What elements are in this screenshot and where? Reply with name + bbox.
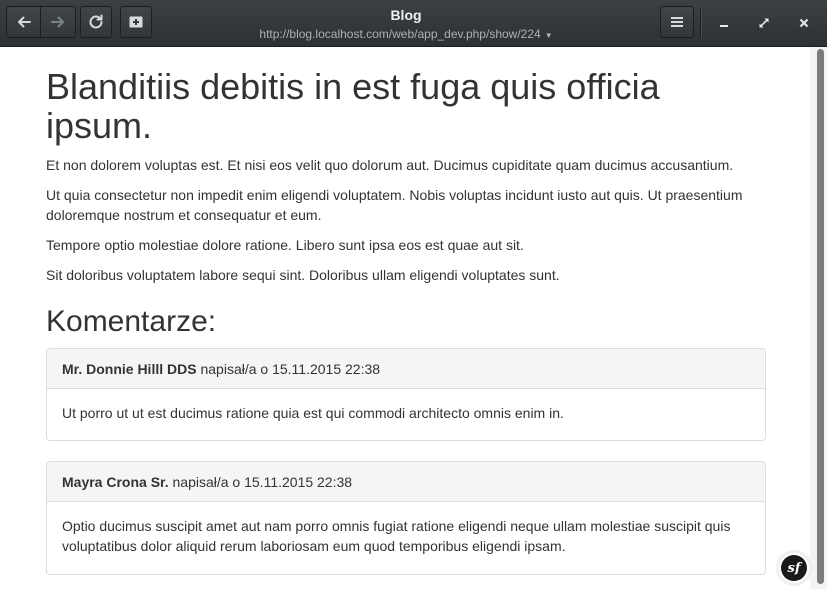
url-text: http://blog.localhost.com/web/app_dev.ph… (259, 27, 541, 41)
comment-body: Optio ducimus suscipit amet aut nam porr… (62, 518, 731, 554)
maximize-icon (759, 18, 769, 28)
post-paragraph: Sit doloribus voluptatem labore sequi si… (46, 267, 560, 283)
post-paragraph: Et non dolorem voluptas est. Et nisi eos… (46, 157, 734, 173)
browser-header-bar: Blog http://blog.localhost.com/web/app_d… (0, 0, 827, 47)
post-paragraph: Tempore optio molestiae dolore ratione. … (46, 237, 524, 253)
forward-arrow-icon (51, 16, 64, 28)
comment-author: Mayra Crona Sr. (62, 474, 169, 490)
menu-button[interactable] (660, 6, 694, 38)
symfony-toolbar-button[interactable]: sf (779, 553, 809, 583)
url-display[interactable]: http://blog.localhost.com/web/app_dev.ph… (200, 25, 612, 45)
reload-icon (89, 14, 103, 29)
bookmark-add-icon (129, 16, 143, 28)
title-block: Blog http://blog.localhost.com/web/app_d… (200, 6, 612, 45)
comment-meta: napisał/a o 15.11.2015 22:38 (200, 361, 381, 377)
new-bookmark-button[interactable] (120, 6, 152, 38)
titlebar-separator (700, 8, 701, 38)
comment-author: Mr. Donnie Hilll DDS (62, 361, 197, 377)
comment-meta: napisał/a o 15.11.2015 22:38 (172, 474, 353, 490)
scrollbar-thumb[interactable] (817, 49, 824, 584)
symfony-logo-icon: sf (781, 555, 807, 581)
close-icon (799, 18, 809, 28)
hamburger-menu-icon (671, 17, 683, 27)
maximize-button[interactable] (750, 9, 778, 37)
forward-button[interactable] (41, 6, 76, 38)
window-title: Blog (390, 7, 422, 23)
close-button[interactable] (790, 9, 818, 37)
post-paragraph: Ut quia consectetur non impedit enim eli… (46, 187, 743, 223)
minimize-icon (720, 25, 728, 27)
back-button[interactable] (6, 6, 41, 38)
comment-panel: Mayra Crona Sr. napisał/a o 15.11.2015 2… (46, 461, 766, 575)
page-content: Blanditiis debitis in est fuga quis offi… (0, 47, 810, 589)
comments-heading: Komentarze: (46, 305, 217, 338)
comment-body: Ut porro ut ut est ducimus ratione quia … (62, 405, 564, 421)
post-title: Blanditiis debitis in est fuga quis offi… (46, 66, 660, 146)
navigation-buttons (6, 6, 76, 38)
minimize-button[interactable] (710, 9, 738, 37)
comment-panel: Mr. Donnie Hilll DDS napisał/a o 15.11.2… (46, 348, 766, 441)
reload-button[interactable] (80, 6, 112, 38)
comment-header: Mr. Donnie Hilll DDS napisał/a o 15.11.2… (47, 349, 765, 389)
back-arrow-icon (17, 16, 31, 28)
comment-header: Mayra Crona Sr. napisał/a o 15.11.2015 2… (47, 462, 765, 502)
caret-down-icon[interactable]: ▼ (545, 31, 553, 40)
